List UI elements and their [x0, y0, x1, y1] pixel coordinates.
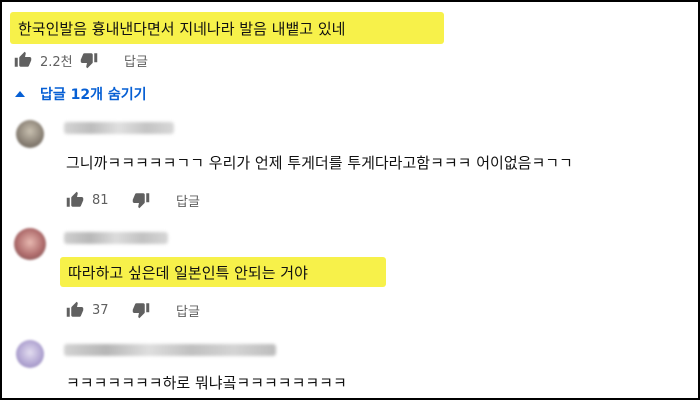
thumbs-up-icon[interactable]	[66, 301, 84, 319]
reply-text: 그니까ㅋㅋㅋㅋㅋㄱㄱ 우리가 언제 투게더를 투게다라고함ㅋㅋㅋ 어이없음ㅋㄱㄱ	[66, 154, 573, 172]
top-comment-actions: 2.2천 답글	[14, 48, 148, 72]
thumbs-up-icon[interactable]	[14, 51, 32, 69]
avatar[interactable]	[16, 340, 44, 368]
reply-text: ㅋㅋㅋㅋㅋㅋㅋ하로 뭐냐곸ㅋㅋㅋㅋㅋㅋㅋㅋ	[66, 374, 347, 392]
blurred-username[interactable]	[64, 232, 168, 244]
like-count: 81	[92, 192, 109, 208]
blurred-username[interactable]	[64, 122, 174, 134]
blurred-username[interactable]	[64, 344, 276, 356]
reply-text: 따라하고 싶은데 일본인특 안되는 거야	[60, 257, 386, 287]
avatar[interactable]	[16, 120, 44, 148]
like-count: 2.2천	[40, 54, 73, 70]
reply-button[interactable]: 답글	[124, 51, 148, 70]
avatar[interactable]	[14, 228, 46, 260]
comments-frame: 한국인발음 흉내낸다면서 지네나라 발음 내뱉고 있네 2.2천 답글 답글 1…	[0, 0, 700, 400]
top-comment-text: 한국인발음 흉내낸다면서 지네나라 발음 내뱉고 있네	[10, 12, 444, 44]
thumbs-down-icon[interactable]	[132, 301, 150, 319]
thumbs-down-icon[interactable]	[80, 51, 98, 69]
hide-replies-label: 답글 12개 숨기기	[40, 87, 147, 103]
reply-actions: 37 답글	[66, 298, 200, 322]
reply-button[interactable]: 답글	[176, 191, 200, 210]
thumbs-down-icon[interactable]	[132, 191, 150, 209]
reply-actions: 81 답글	[66, 188, 200, 212]
hide-replies-button[interactable]: 답글 12개 숨기기	[14, 84, 147, 104]
like-count: 37	[92, 302, 109, 318]
caret-up-icon	[14, 88, 26, 100]
reply-button[interactable]: 답글	[176, 301, 200, 320]
thumbs-up-icon[interactable]	[66, 191, 84, 209]
